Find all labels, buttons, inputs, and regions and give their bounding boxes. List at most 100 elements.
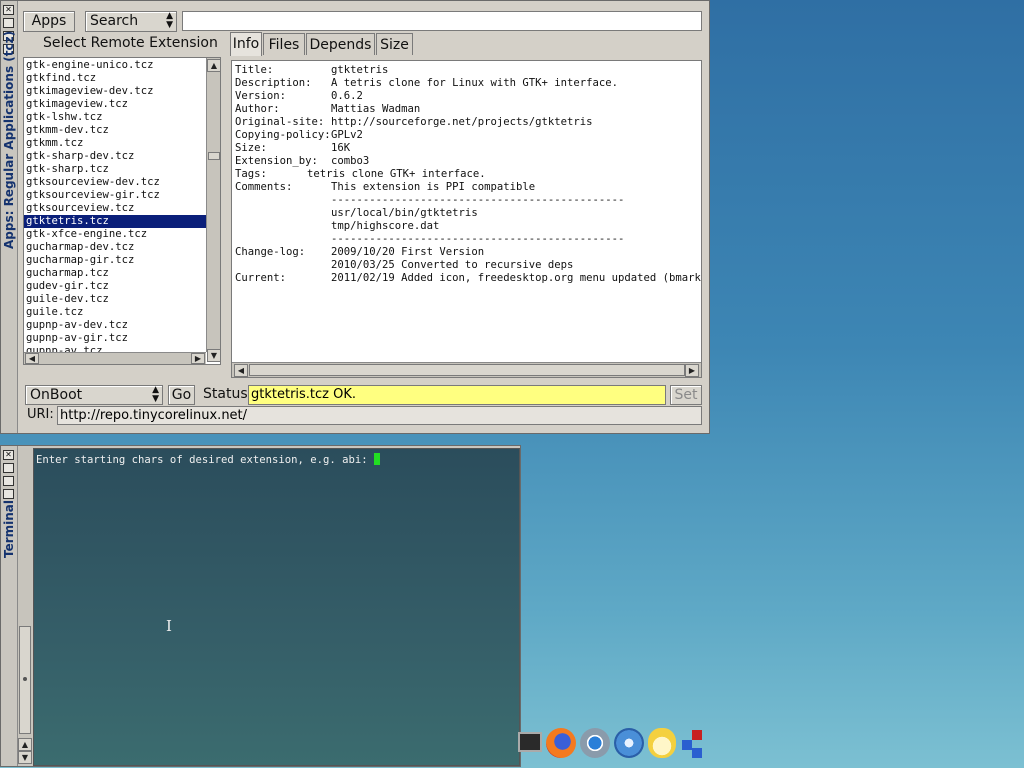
set-button[interactable]: Set xyxy=(670,385,702,405)
info-key: Description: xyxy=(235,77,312,89)
terminal-title: Terminal xyxy=(2,499,16,558)
extension-list[interactable]: gtk-engine-unico.tcz gtkfind.tcz gtkimagev… xyxy=(23,57,221,365)
list-item[interactable]: gtksourceview-gir.tcz xyxy=(24,189,206,202)
status-label: Status xyxy=(203,386,248,402)
info-row: Current: 2011/02/19 Added icon, freedeskt… xyxy=(235,272,701,284)
scroll-up-icon[interactable]: ▲ xyxy=(18,738,32,751)
terminal-titlebar[interactable]: ✕ Terminal xyxy=(1,446,18,766)
terminal-scroll-thumb[interactable] xyxy=(19,626,31,734)
mascot-icon[interactable] xyxy=(648,728,676,758)
list-item[interactable]: gtk-sharp.tcz xyxy=(24,163,206,176)
info-hscrollbar[interactable]: ◀ ▶ xyxy=(232,362,701,377)
scroll-right-icon[interactable]: ▶ xyxy=(685,364,699,377)
go-button[interactable]: Go xyxy=(168,385,195,405)
scroll-up-icon[interactable]: ▲ xyxy=(207,59,220,72)
search-input[interactable] xyxy=(182,11,702,31)
info-value: This extension is PPI compatible xyxy=(331,181,536,193)
info-key: Extension_by: xyxy=(235,155,318,167)
list-item[interactable]: gtkimageview.tcz xyxy=(24,98,206,111)
info-value: 16K xyxy=(331,142,351,154)
search-select-label: Search xyxy=(90,13,139,29)
list-item[interactable]: gucharmap.tcz xyxy=(24,267,206,280)
search-select[interactable]: Search ▲ ▼ xyxy=(85,11,177,32)
updown-arrows-icon: ▲ ▼ xyxy=(166,11,173,30)
tab-files[interactable]: Files xyxy=(263,33,305,55)
scroll-left-icon[interactable]: ◀ xyxy=(25,353,39,364)
info-row: Copying-policy: GPLv2 xyxy=(235,129,363,141)
status-field: gtktetris.tcz OK. xyxy=(248,385,666,405)
tab-info[interactable]: Info xyxy=(230,32,262,56)
terminal-area[interactable]: Enter starting chars of desired extensio… xyxy=(33,448,520,766)
list-item[interactable]: gupnp-av-dev.tcz xyxy=(24,319,206,332)
terminal-prompt: Enter starting chars of desired extensio… xyxy=(36,454,375,466)
apps-menu-button[interactable]: Apps xyxy=(23,11,75,32)
scroll-right-icon[interactable]: ▶ xyxy=(191,353,205,364)
info-value: 2010/03/25 Converted to recursive deps xyxy=(331,259,574,271)
info-key: Current: xyxy=(235,272,287,284)
list-item[interactable]: gtktetris.tcz xyxy=(24,215,206,228)
updown-arrows-icon: ▲ ▼ xyxy=(152,385,159,404)
terminal-scrollbar[interactable]: ▲ ▼ xyxy=(18,448,32,764)
info-value: Mattias Wadman xyxy=(331,103,421,115)
info-key: Tags: xyxy=(235,168,267,180)
list-item[interactable]: gucharmap-dev.tcz xyxy=(24,241,206,254)
info-row: Version: 0.6.2 xyxy=(235,90,363,102)
info-value: tetris clone GTK+ interface. xyxy=(307,168,486,180)
list-item[interactable]: guile-dev.tcz xyxy=(24,293,206,306)
uri-field[interactable]: http://repo.tinycorelinux.net/ xyxy=(57,406,702,425)
list-item[interactable]: guile.tcz xyxy=(24,306,206,319)
list-item[interactable]: gucharmap-gir.tcz xyxy=(24,254,206,267)
info-value: http://sourceforge.net/projects/gtktetri… xyxy=(331,116,593,128)
list-item[interactable]: gudev-gir.tcz xyxy=(24,280,206,293)
close-icon[interactable]: ✕ xyxy=(3,5,14,15)
apps-package-icon[interactable] xyxy=(682,728,706,758)
shade-icon[interactable] xyxy=(3,489,14,499)
scroll-left-icon[interactable]: ◀ xyxy=(234,364,248,377)
dock xyxy=(516,724,724,764)
info-key: Original-site: xyxy=(235,116,325,128)
list-item[interactable]: gtkfind.tcz xyxy=(24,72,206,85)
list-item[interactable]: gtkmm.tcz xyxy=(24,137,206,150)
list-item[interactable]: gtk-sharp-dev.tcz xyxy=(24,150,206,163)
list-item[interactable]: gtksourceview-dev.tcz xyxy=(24,176,206,189)
install-mode-label: OnBoot xyxy=(30,387,83,403)
maximize-icon[interactable] xyxy=(3,463,14,473)
list-item[interactable]: gtkimageview-dev.tcz xyxy=(24,85,206,98)
apps-window: ✕ Apps: Regular Applications (tcz) Apps … xyxy=(0,0,710,434)
info-row: Title: gtktetris xyxy=(235,64,388,76)
extension-list-scrollbar[interactable]: ▲ ▼ xyxy=(206,58,220,362)
info-key: Copying-policy: xyxy=(235,129,331,141)
scroll-down-icon[interactable]: ▼ xyxy=(18,751,32,764)
uri-label: URI: xyxy=(27,407,54,422)
install-mode-select[interactable]: OnBoot ▲ ▼ xyxy=(25,385,163,405)
info-value: tmp/highscore.dat xyxy=(331,220,440,232)
info-row: Change-log: 2009/10/20 First Version xyxy=(235,246,484,258)
info-panel: Title: gtktetris Description: A tetris clon… xyxy=(231,60,702,378)
maximize-icon[interactable] xyxy=(3,18,14,28)
info-hscroll-thumb[interactable] xyxy=(249,364,685,376)
minimize-icon[interactable] xyxy=(3,476,14,486)
chromium-icon[interactable] xyxy=(580,728,610,758)
info-row: Extension_by: combo3 xyxy=(235,155,369,167)
list-item[interactable]: gupnp-av-gir.tcz xyxy=(24,332,206,345)
list-item[interactable]: gtk-xfce-engine.tcz xyxy=(24,228,206,241)
list-item[interactable]: gtkmm-dev.tcz xyxy=(24,124,206,137)
browser-compass-icon[interactable] xyxy=(614,728,644,758)
firefox-icon[interactable] xyxy=(546,728,576,758)
info-value: GPLv2 xyxy=(331,129,363,141)
apps-window-titlebar[interactable]: ✕ Apps: Regular Applications (tcz) xyxy=(1,1,18,433)
terminal-line: Enter starting chars of desired extensio… xyxy=(36,453,381,466)
info-row: Tags: tetris clone GTK+ interface. xyxy=(235,168,486,180)
tab-depends[interactable]: Depends xyxy=(306,33,375,55)
terminal-app-icon[interactable] xyxy=(518,732,542,752)
list-item[interactable]: gtk-lshw.tcz xyxy=(24,111,206,124)
close-icon[interactable]: ✕ xyxy=(3,450,14,460)
scroll-thumb[interactable] xyxy=(208,152,220,160)
info-value: ----------------------------------------… xyxy=(331,233,625,245)
list-item[interactable]: gtksourceview.tcz xyxy=(24,202,206,215)
list-item[interactable]: gtk-engine-unico.tcz xyxy=(24,59,206,72)
scroll-down-icon[interactable]: ▼ xyxy=(207,349,220,362)
tab-size[interactable]: Size xyxy=(376,33,413,55)
extension-list-hscrollbar[interactable]: ◀ ▶ xyxy=(24,352,206,364)
info-row: Author: Mattias Wadman xyxy=(235,103,420,115)
